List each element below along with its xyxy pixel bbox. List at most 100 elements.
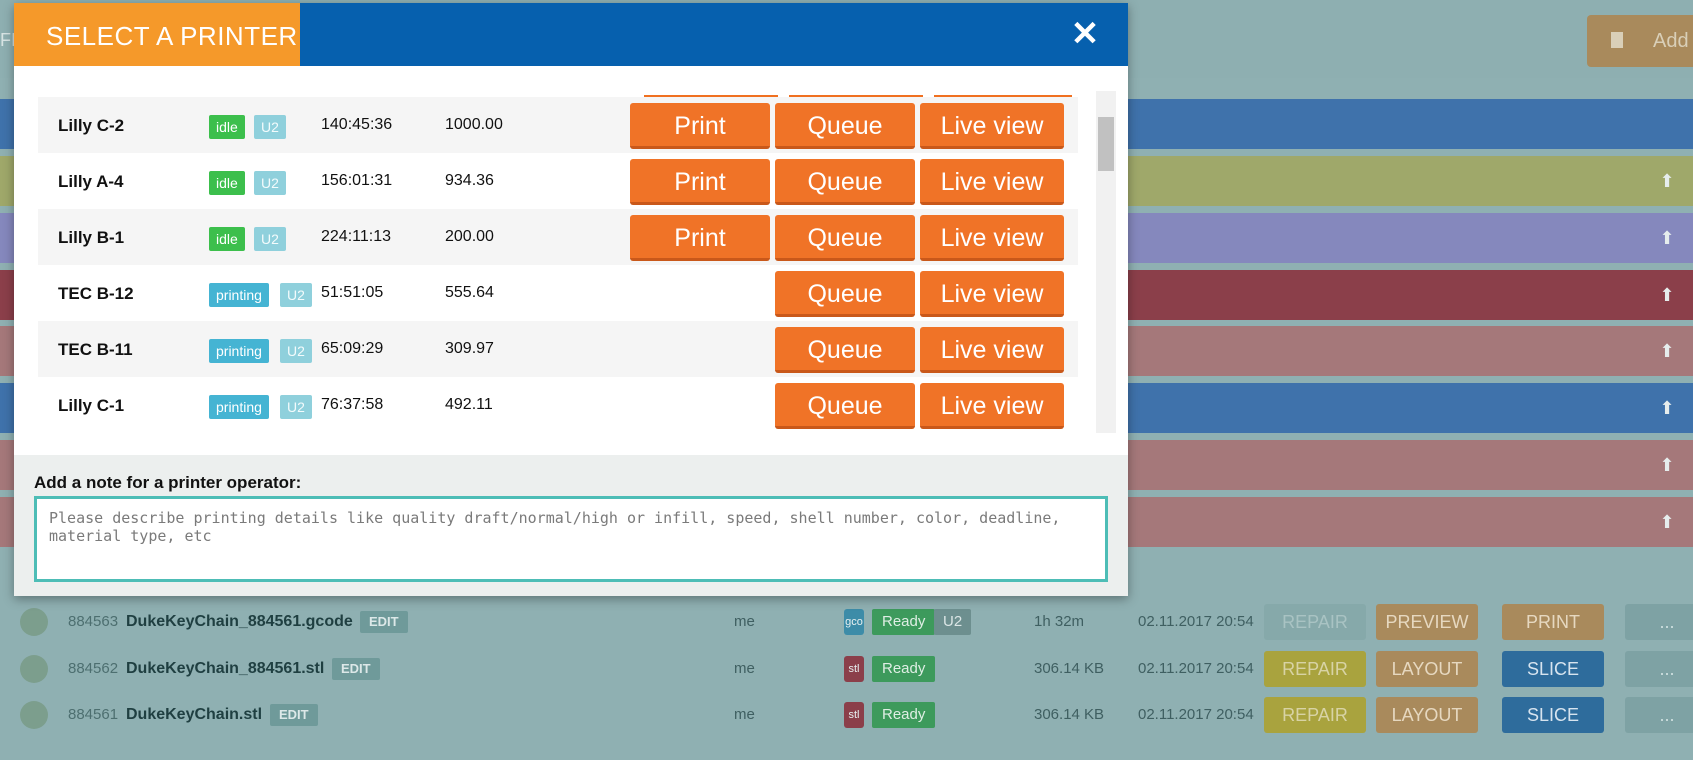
dialog-title: SELECT A PRINTER	[14, 3, 300, 66]
edit-file-button[interactable]: EDIT	[360, 611, 408, 633]
printer-row: Lilly B-1 idle U2 224:11:13 200.00 Print Queue…	[38, 209, 1078, 265]
note-label: Add a note for a printer operator:	[34, 473, 302, 492]
printer-model-badge: U2	[280, 339, 312, 363]
printer-status-badge: printing	[209, 395, 269, 419]
more-actions-button[interactable]: ...	[1625, 697, 1693, 733]
live-view-button[interactable]: Live view	[920, 159, 1064, 205]
printer-status-badge: idle	[209, 227, 245, 251]
file-thumbnail	[20, 655, 48, 683]
printer-value: 309.97	[445, 340, 494, 357]
printer-list: Lilly C-2 idle U2 140:45:36 1000.00 Print Queu…	[38, 91, 1078, 433]
file-status-badge: Ready	[872, 609, 936, 635]
slice-button[interactable]: SLICE	[1502, 651, 1604, 687]
live-view-button[interactable]: Live view	[920, 103, 1064, 149]
printer-time: 140:45:36	[321, 116, 393, 133]
repair-button[interactable]: REPAIR	[1264, 697, 1366, 733]
printer-row: Lilly C-1 printing U2 76:37:58 492.11 Queue Li…	[38, 377, 1078, 433]
printer-row: Lilly C-2 idle U2 140:45:36 1000.00 Print Queu…	[38, 97, 1078, 153]
upload-icon[interactable]: ⬆	[1657, 171, 1677, 191]
upload-icon[interactable]: ⬆	[1657, 398, 1677, 418]
upload-icon[interactable]: ⬆	[1657, 512, 1677, 532]
layout-button[interactable]: LAYOUT	[1376, 651, 1478, 687]
printer-time: 65:09:29	[321, 340, 384, 357]
close-icon[interactable]: ✕	[1068, 17, 1102, 51]
printer-model-badge: U2	[280, 395, 312, 419]
file-thumbnail	[20, 701, 48, 729]
queue-button[interactable]: Queue	[775, 327, 915, 373]
queue-button[interactable]: Queue	[775, 271, 915, 317]
upload-icon[interactable]: ⬆	[1657, 285, 1677, 305]
file-size: 306.14 KB	[1034, 706, 1105, 723]
file-id: 884561	[68, 706, 119, 723]
file-status-badge: Ready	[872, 656, 936, 682]
layout-button[interactable]: LAYOUT	[1376, 697, 1478, 733]
note-section: Add a note for a printer operator:	[14, 455, 1128, 596]
file-icon	[1611, 32, 1623, 48]
printer-value: 934.36	[445, 172, 494, 189]
printer-row: TEC B-11 printing U2 65:09:29 309.97 Queue Liv…	[38, 321, 1078, 377]
printer-model-badge: U2	[934, 609, 972, 635]
printer-model-badge: U2	[254, 227, 286, 251]
printer-model-badge: U2	[254, 171, 286, 195]
printer-time: 76:37:58	[321, 396, 384, 413]
repair-button[interactable]: REPAIR	[1264, 604, 1366, 640]
print-button[interactable]: Print	[630, 103, 770, 149]
more-actions-button[interactable]: ...	[1625, 604, 1693, 640]
live-view-button[interactable]: Live view	[920, 383, 1064, 429]
edit-file-button[interactable]: EDIT	[332, 658, 380, 680]
printer-value: 200.00	[445, 228, 494, 245]
file-row: 884563 DukeKeyChain_884561.gcode EDIT me gco…	[0, 600, 1693, 646]
queue-button[interactable]: Queue	[775, 159, 915, 205]
printer-value: 492.11	[445, 396, 493, 413]
upload-icon[interactable]: ⬆	[1657, 341, 1677, 361]
file-size: 1h 32m	[1034, 613, 1085, 630]
file-type-badge: gco	[844, 609, 864, 635]
preview-button[interactable]: PREVIEW	[1376, 604, 1478, 640]
file-name[interactable]: DukeKeyChain_884561.stl	[126, 660, 324, 678]
file-type-badge: stl	[844, 656, 864, 682]
file-date: 02.11.2017 20:54	[1138, 660, 1254, 677]
file-row: 884562 DukeKeyChain_884561.stl EDIT me stl Re…	[0, 647, 1693, 693]
repair-button[interactable]: REPAIR	[1264, 651, 1366, 687]
file-owner: me	[734, 706, 755, 723]
edit-file-button[interactable]: EDIT	[270, 704, 318, 726]
add-file-button[interactable]: Add	[1587, 15, 1693, 67]
print-button[interactable]: Print	[630, 159, 770, 205]
file-name[interactable]: DukeKeyChain.stl	[126, 706, 262, 724]
more-actions-button[interactable]: ...	[1625, 651, 1693, 687]
scrollbar-thumb[interactable]	[1098, 117, 1114, 171]
queue-button[interactable]: Queue	[775, 215, 915, 261]
printer-status-badge: idle	[209, 115, 245, 139]
upload-icon[interactable]: ⬆	[1657, 228, 1677, 248]
live-view-button[interactable]: Live view	[920, 327, 1064, 373]
file-row: 884561 DukeKeyChain.stl EDIT me stl Ready 306.…	[0, 693, 1693, 739]
printer-time: 224:11:13	[321, 228, 391, 245]
select-printer-dialog: SELECT A PRINTER ✕ Lilly C-2 idle U2 140:45…	[14, 3, 1128, 596]
file-name[interactable]: DukeKeyChain_884561.gcode	[126, 613, 353, 631]
file-date: 02.11.2017 20:54	[1138, 706, 1254, 723]
upload-icon[interactable]: ⬆	[1657, 455, 1677, 475]
print-button[interactable]: PRINT	[1502, 604, 1604, 640]
live-view-button[interactable]: Live view	[920, 215, 1064, 261]
live-view-button[interactable]: Live view	[920, 271, 1064, 317]
printer-model-badge: U2	[280, 283, 312, 307]
add-file-label: Add	[1653, 30, 1689, 52]
operator-note-input[interactable]	[34, 496, 1108, 582]
printer-row: Lilly A-4 idle U2 156:01:31 934.36 Print Queue…	[38, 153, 1078, 209]
printer-value: 1000.00	[445, 116, 503, 133]
printer-name: Lilly C-2	[58, 116, 125, 135]
printer-status-badge: idle	[209, 171, 245, 195]
print-button[interactable]: Print	[630, 215, 770, 261]
printer-name: Lilly C-1	[58, 396, 125, 415]
printer-value: 555.64	[445, 284, 494, 301]
printer-name: Lilly A-4	[58, 172, 124, 191]
queue-button[interactable]: Queue	[775, 103, 915, 149]
file-owner: me	[734, 613, 755, 630]
printer-status-badge: printing	[209, 339, 269, 363]
file-date: 02.11.2017 20:54	[1138, 613, 1254, 630]
slice-button[interactable]: SLICE	[1502, 697, 1604, 733]
printer-name: TEC B-11	[58, 340, 133, 359]
queue-button[interactable]: Queue	[775, 383, 915, 429]
printer-name: Lilly B-1	[58, 228, 125, 247]
printer-time: 156:01:31	[321, 172, 393, 189]
